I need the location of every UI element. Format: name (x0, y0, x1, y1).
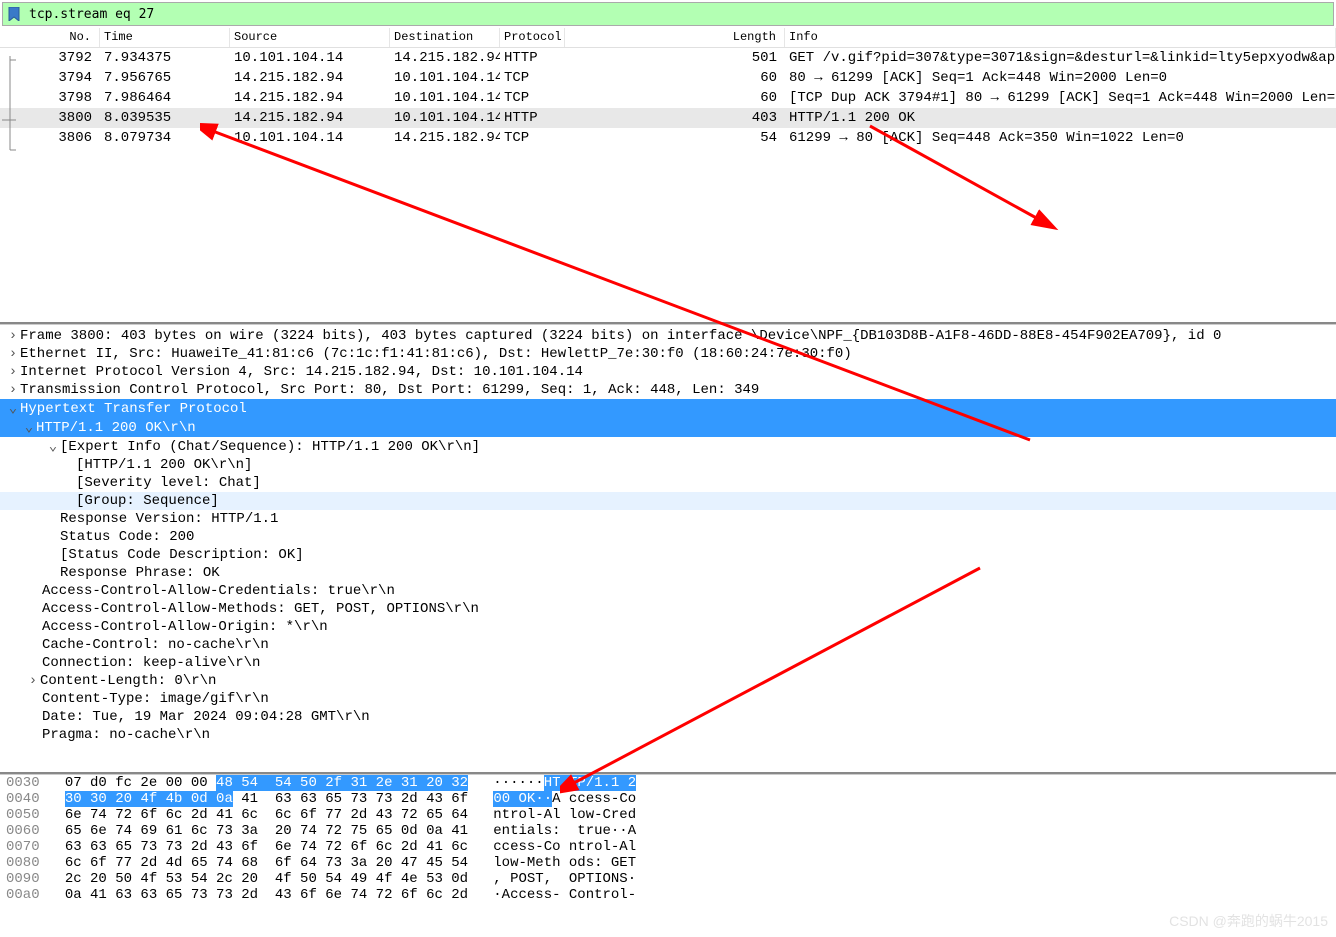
packet-bytes-pane[interactable]: 0030 07 d0 fc 2e 00 00 48 54 54 50 2f 31… (0, 774, 1336, 903)
display-filter-input[interactable] (25, 7, 1333, 22)
packet-row[interactable]: 38068.07973410.101.104.1414.215.182.94TC… (0, 128, 1336, 148)
hex-row[interactable]: 0030 07 d0 fc 2e 00 00 48 54 54 50 2f 31… (0, 775, 1336, 791)
detail-frame[interactable]: ›Frame 3800: 403 bytes on wire (3224 bit… (0, 327, 1336, 345)
detail-hdr-conn[interactable]: Connection: keep-alive\r\n (0, 654, 1336, 672)
expand-icon[interactable]: › (6, 382, 20, 398)
col-source[interactable]: Source (230, 28, 390, 47)
hex-row[interactable]: 0040 30 30 20 4f 4b 0d 0a 41 63 63 65 73… (0, 791, 1336, 807)
detail-http[interactable]: ⌄Hypertext Transfer Protocol (0, 399, 1336, 418)
col-time[interactable]: Time (100, 28, 230, 47)
packet-row[interactable]: 37947.95676514.215.182.9410.101.104.14TC… (0, 68, 1336, 88)
hex-row[interactable]: 0090 2c 20 50 4f 53 54 2c 20 4f 50 54 49… (0, 871, 1336, 887)
detail-hdr-cred[interactable]: Access-Control-Allow-Credentials: true\r… (0, 582, 1336, 600)
hex-row[interactable]: 00a0 0a 41 63 63 65 73 73 2d 43 6f 6e 74… (0, 887, 1336, 903)
detail-hdr-ctype[interactable]: Content-Type: image/gif\r\n (0, 690, 1336, 708)
packet-row[interactable]: 37927.93437510.101.104.1414.215.182.94HT… (0, 48, 1336, 68)
expand-icon[interactable]: › (6, 364, 20, 380)
packet-details-pane[interactable]: ›Frame 3800: 403 bytes on wire (3224 bit… (0, 324, 1336, 774)
detail-expert[interactable]: ⌄[Expert Info (Chat/Sequence): HTTP/1.1 … (0, 437, 1336, 456)
detail-tcp[interactable]: ›Transmission Control Protocol, Src Port… (0, 381, 1336, 399)
col-info[interactable]: Info (785, 28, 1336, 47)
detail-resp-version[interactable]: Response Version: HTTP/1.1 (0, 510, 1336, 528)
collapse-icon[interactable]: ⌄ (22, 419, 36, 436)
packet-row[interactable]: 38008.03953514.215.182.9410.101.104.14HT… (0, 108, 1336, 128)
packet-list-body[interactable]: 37927.93437510.101.104.1414.215.182.94HT… (0, 48, 1336, 323)
detail-status-code[interactable]: Status Code: 200 (0, 528, 1336, 546)
expand-icon[interactable]: › (6, 346, 20, 362)
expand-icon[interactable]: › (26, 673, 40, 689)
col-no[interactable]: No. (0, 28, 100, 47)
collapse-icon[interactable]: ⌄ (6, 400, 20, 417)
detail-hdr-len[interactable]: ›Content-Length: 0\r\n (0, 672, 1336, 690)
detail-hdr-origin[interactable]: Access-Control-Allow-Origin: *\r\n (0, 618, 1336, 636)
col-protocol[interactable]: Protocol (500, 28, 565, 47)
collapse-icon[interactable]: ⌄ (46, 438, 60, 455)
detail-hdr-pragma[interactable]: Pragma: no-cache\r\n (0, 726, 1336, 744)
detail-severity[interactable]: [Severity level: Chat] (0, 474, 1336, 492)
hex-row[interactable]: 0080 6c 6f 77 2d 4d 65 74 68 6f 64 73 3a… (0, 855, 1336, 871)
detail-eth[interactable]: ›Ethernet II, Src: HuaweiTe_41:81:c6 (7c… (0, 345, 1336, 363)
detail-group[interactable]: [Group: Sequence] (0, 492, 1336, 510)
hex-row[interactable]: 0060 65 6e 74 69 61 6c 73 3a 20 74 72 75… (0, 823, 1336, 839)
watermark: CSDN @奔跑的蜗牛2015 (1169, 911, 1328, 931)
display-filter-bar[interactable] (2, 2, 1334, 26)
hex-row[interactable]: 0070 63 63 65 73 73 2d 43 6f 6e 74 72 6f… (0, 839, 1336, 855)
packet-list-pane[interactable]: No. Time Source Destination Protocol Len… (0, 28, 1336, 324)
detail-status-line[interactable]: ⌄HTTP/1.1 200 OK\r\n (0, 418, 1336, 437)
packet-row[interactable]: 37987.98646414.215.182.9410.101.104.14TC… (0, 88, 1336, 108)
expand-icon[interactable]: › (6, 328, 20, 344)
detail-status-desc[interactable]: [Status Code Description: OK] (0, 546, 1336, 564)
detail-hdr-cache[interactable]: Cache-Control: no-cache\r\n (0, 636, 1336, 654)
detail-hdr-date[interactable]: Date: Tue, 19 Mar 2024 09:04:28 GMT\r\n (0, 708, 1336, 726)
detail-resp-phrase[interactable]: Response Phrase: OK (0, 564, 1336, 582)
col-destination[interactable]: Destination (390, 28, 500, 47)
bookmark-icon[interactable] (5, 5, 23, 23)
detail-hdr-methods[interactable]: Access-Control-Allow-Methods: GET, POST,… (0, 600, 1336, 618)
hex-row[interactable]: 0050 6e 74 72 6f 6c 2d 41 6c 6c 6f 77 2d… (0, 807, 1336, 823)
col-length[interactable]: Length (565, 28, 785, 47)
detail-expert-msg[interactable]: [HTTP/1.1 200 OK\r\n] (0, 456, 1336, 474)
detail-ip[interactable]: ›Internet Protocol Version 4, Src: 14.21… (0, 363, 1336, 381)
packet-list-header[interactable]: No. Time Source Destination Protocol Len… (0, 28, 1336, 48)
